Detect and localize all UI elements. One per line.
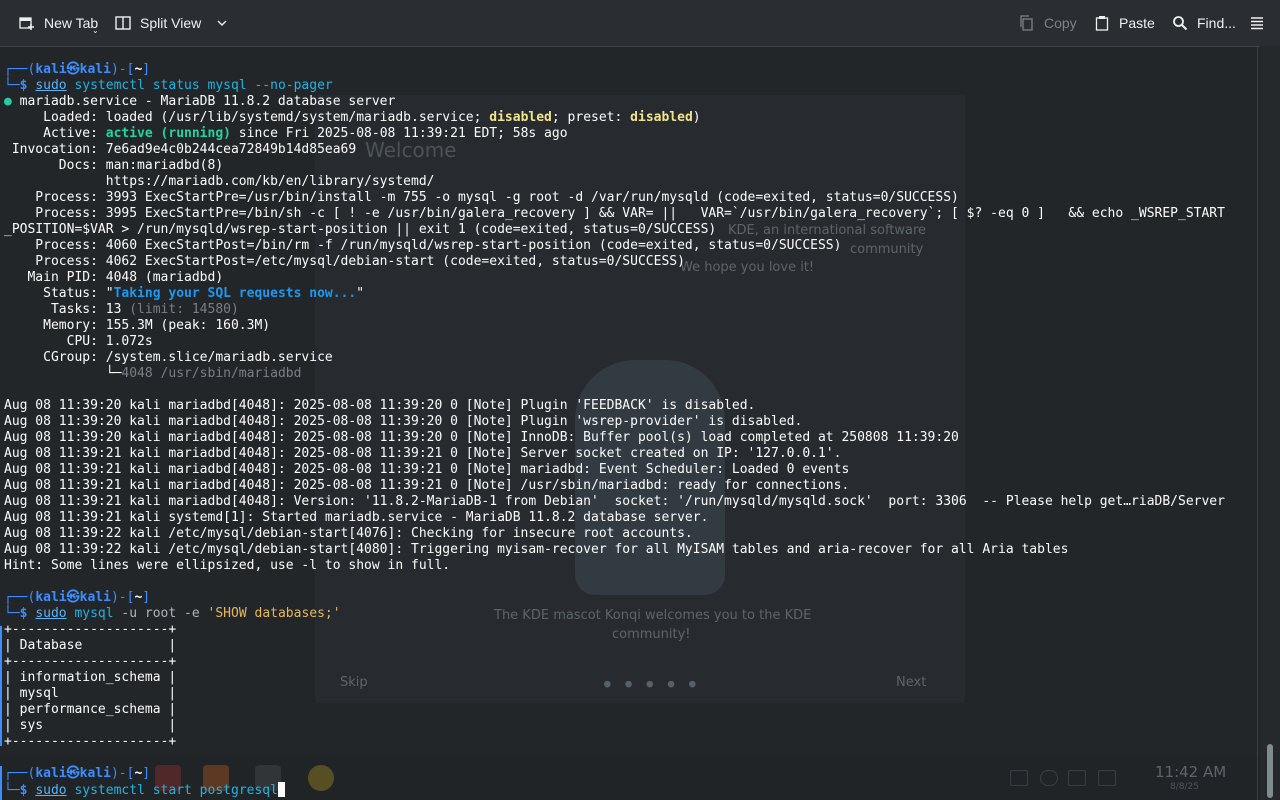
scroll-divider — [1257, 46, 1258, 800]
status-process: Process: 4060 ExecStartPost=/bin/rm -f /… — [4, 238, 842, 253]
log-line: Aug 08 11:39:21 kali mariadbd[4048]: 202… — [4, 478, 850, 493]
log-line: Aug 08 11:39:20 kali mariadbd[4048]: 202… — [4, 398, 756, 413]
copy-button[interactable]: Copy — [1018, 0, 1077, 46]
db-table-border: +--------------------+ — [4, 654, 177, 669]
status-process: Process: 3993 ExecStartPre=/usr/bin/inst… — [4, 190, 959, 205]
konsole-toolbar: New Tab ⌄ Split View Copy Paste Find... — [0, 0, 1280, 47]
status-main-pid: Main PID: 4048 (mariadbd) — [4, 270, 224, 285]
new-tab-dropdown-icon[interactable]: ⌄ — [92, 26, 99, 35]
log-line: Aug 08 11:39:21 kali systemd[1]: Started… — [4, 510, 709, 525]
prompt-line: ┌──(kali㉿kali)-[~] — [4, 62, 151, 77]
log-line: Aug 08 11:39:20 kali mariadbd[4048]: 202… — [4, 414, 803, 429]
prompt-line: ┌──(kali㉿kali)-[~] — [4, 590, 151, 605]
paste-label: Paste — [1119, 15, 1155, 31]
command-line: └─$ sudo systemctl status mysql --no-pag… — [4, 78, 333, 93]
log-hint: Hint: Some lines were ellipsized, use -l… — [4, 558, 451, 573]
copy-label: Copy — [1044, 15, 1077, 31]
status-invocation: Invocation: 7e6ad9e4c0b244cea72849b14d85… — [4, 142, 357, 157]
status-process-wrap: _POSITION=$VAR > /run/mysqld/wsrep-start… — [4, 222, 717, 237]
block-marker — [0, 766, 2, 800]
command-line: └─$ sudo mysql -u root -e 'SHOW database… — [4, 606, 341, 621]
split-view-label: Split View — [140, 15, 202, 31]
new-tab-icon — [18, 14, 36, 32]
log-line: Aug 08 11:39:21 kali mariadbd[4048]: 202… — [4, 446, 842, 461]
db-table-border: +--------------------+ — [4, 734, 177, 749]
block-marker — [0, 626, 2, 746]
new-tab-label: New Tab — [44, 15, 99, 31]
status-active: Active: active (running) since Fri 2025-… — [4, 126, 568, 141]
find-button[interactable]: Find... — [1171, 0, 1236, 46]
status-cpu: CPU: 1.072s — [4, 334, 153, 349]
db-table-row: | performance_schema | — [4, 702, 177, 717]
copy-icon — [1018, 14, 1036, 32]
db-table-row: | sys | — [4, 718, 177, 733]
scrollbar-thumb[interactable] — [1267, 744, 1273, 798]
paste-icon — [1093, 14, 1111, 32]
text-cursor — [277, 782, 285, 797]
db-table-border: +--------------------+ — [4, 622, 177, 637]
status-cgroup-tree: └─4048 /usr/sbin/mariadbd — [4, 366, 302, 381]
active-command-line[interactable]: └─$ sudo systemctl start postgresql — [4, 782, 285, 798]
search-icon — [1171, 14, 1189, 32]
status-memory: Memory: 155.3M (peak: 160.3M) — [4, 318, 271, 333]
status-docs-url: https://mariadb.com/kb/en/library/system… — [4, 174, 435, 189]
service-header: ● mariadb.service - MariaDB 11.8.2 datab… — [4, 94, 396, 109]
split-view-icon — [114, 14, 132, 32]
status-status: Status: "Taking your SQL requests now...… — [4, 286, 365, 301]
split-view-button[interactable]: Split View — [114, 0, 231, 46]
log-line: Aug 08 11:39:21 kali mariadbd[4048]: Ver… — [4, 494, 1225, 509]
paste-button[interactable]: Paste — [1093, 0, 1155, 46]
status-tasks: Tasks: 13 (limit: 14580) — [4, 302, 239, 317]
status-process: Process: 3995 ExecStartPre=/bin/sh -c [ … — [4, 206, 1225, 221]
db-table-row: | information_schema | — [4, 670, 177, 685]
prompt-line: ┌──(kali㉿kali)-[~] — [4, 766, 151, 781]
terminal-scrollbar[interactable] — [1260, 46, 1280, 800]
log-line: Aug 08 11:39:21 kali mariadbd[4048]: 202… — [4, 462, 850, 477]
hamburger-menu-button[interactable] — [1248, 0, 1266, 46]
terminal-output[interactable]: ┌──(kali㉿kali)-[~] └─$ sudo systemctl st… — [0, 46, 1260, 800]
status-process: Process: 4062 ExecStartPost=/etc/mysql/d… — [4, 254, 685, 269]
status-cgroup: CGroup: /system.slice/mariadb.service — [4, 350, 333, 365]
find-label: Find... — [1197, 15, 1236, 31]
db-table-row: | mysql | — [4, 686, 177, 701]
log-line: Aug 08 11:39:20 kali mariadbd[4048]: 202… — [4, 430, 959, 445]
status-loaded: Loaded: loaded (/usr/lib/systemd/system/… — [4, 110, 701, 125]
status-docs: Docs: man:mariadbd(8) — [4, 158, 224, 173]
new-tab-button[interactable]: New Tab ⌄ — [18, 0, 99, 46]
hamburger-menu-icon — [1248, 14, 1266, 32]
db-table-header: | Database | — [4, 638, 177, 653]
log-line: Aug 08 11:39:22 kali /etc/mysql/debian-s… — [4, 542, 1069, 557]
chevron-down-icon[interactable] — [213, 14, 231, 32]
log-line: Aug 08 11:39:22 kali /etc/mysql/debian-s… — [4, 526, 693, 541]
